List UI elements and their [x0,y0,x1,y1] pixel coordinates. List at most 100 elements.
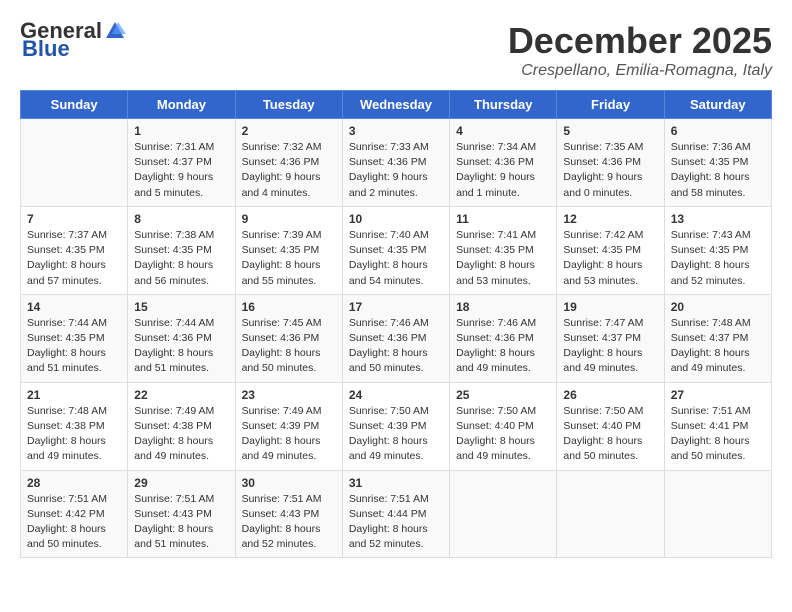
daylight-text: Daylight: 8 hours and 52 minutes. [242,523,321,550]
location-subtitle: Crespellano, Emilia-Romagna, Italy [508,62,772,80]
sunrise-text: Sunrise: 7:37 AM [27,229,107,241]
day-info: Sunrise: 7:43 AMSunset: 4:35 PMDaylight:… [671,228,765,289]
calendar-cell: 28Sunrise: 7:51 AMSunset: 4:42 PMDayligh… [21,470,128,558]
sunrise-text: Sunrise: 7:32 AM [242,141,322,153]
sunrise-text: Sunrise: 7:51 AM [671,405,751,417]
header-day-friday: Friday [557,91,664,119]
day-info: Sunrise: 7:46 AMSunset: 4:36 PMDaylight:… [456,316,550,377]
sunset-text: Sunset: 4:36 PM [242,156,320,168]
sunset-text: Sunset: 4:36 PM [349,332,427,344]
sunset-text: Sunset: 4:36 PM [456,332,534,344]
day-number: 22 [134,388,228,402]
day-info: Sunrise: 7:49 AMSunset: 4:39 PMDaylight:… [242,404,336,465]
calendar-week-5: 28Sunrise: 7:51 AMSunset: 4:42 PMDayligh… [21,470,772,558]
sunset-text: Sunset: 4:41 PM [671,420,749,432]
sunset-text: Sunset: 4:38 PM [134,420,212,432]
sunset-text: Sunset: 4:35 PM [349,244,427,256]
calendar-cell [21,119,128,207]
calendar-cell: 19Sunrise: 7:47 AMSunset: 4:37 PMDayligh… [557,294,664,382]
sunrise-text: Sunrise: 7:42 AM [563,229,643,241]
daylight-text: Daylight: 8 hours and 57 minutes. [27,259,106,286]
sunset-text: Sunset: 4:44 PM [349,508,427,520]
calendar-cell: 25 Sunrise: 7:50 AMSunset: 4:40 PMDayligh… [450,382,557,470]
sunset-text: Sunset: 4:39 PM [349,420,427,432]
day-info: Sunrise: 7:33 AMSunset: 4:36 PMDaylight:… [349,140,443,201]
day-info: Sunrise: 7:42 AMSunset: 4:35 PMDaylight:… [563,228,657,289]
sunset-text: Sunset: 4:35 PM [242,244,320,256]
sunset-text: Sunset: 4:36 PM [134,332,212,344]
calendar-cell: 9Sunrise: 7:39 AMSunset: 4:35 PMDaylight… [235,206,342,294]
daylight-text: Daylight: 8 hours and 49 minutes. [134,435,213,462]
calendar-cell: 5Sunrise: 7:35 AMSunset: 4:36 PMDaylight… [557,119,664,207]
day-number: 11 [456,212,550,226]
header-day-saturday: Saturday [664,91,771,119]
calendar-week-3: 14Sunrise: 7:44 AMSunset: 4:35 PMDayligh… [21,294,772,382]
daylight-text: Daylight: 8 hours and 49 minutes. [671,347,750,374]
daylight-text: Daylight: 8 hours and 53 minutes. [456,259,535,286]
day-info: Sunrise: 7:51 AMSunset: 4:42 PMDaylight:… [27,492,121,553]
day-number: 15 [134,300,228,314]
calendar-header-row: SundayMondayTuesdayWednesdayThursdayFrid… [21,91,772,119]
day-number: 26 [563,388,657,402]
day-number: 12 [563,212,657,226]
sunrise-text: Sunrise: 7:39 AM [242,229,322,241]
sunset-text: Sunset: 4:35 PM [27,332,105,344]
daylight-text: Daylight: 8 hours and 54 minutes. [349,259,428,286]
day-info: Sunrise: 7:44 AMSunset: 4:35 PMDaylight:… [27,316,121,377]
daylight-text: Daylight: 8 hours and 49 minutes. [563,347,642,374]
day-number: 8 [134,212,228,226]
logo-blue: Blue [22,38,70,60]
day-info: Sunrise: 7:49 AM Sunset: 4:38 PM Daylight:… [134,404,228,465]
day-info: Sunrise: 7:46 AMSunset: 4:36 PMDaylight:… [349,316,443,377]
calendar-cell [557,470,664,558]
calendar-cell: 29Sunrise: 7:51 AMSunset: 4:43 PMDayligh… [128,470,235,558]
calendar-week-4: 21Sunrise: 7:48 AMSunset: 4:38 PMDayligh… [21,382,772,470]
sunrise-text: Sunrise: 7:34 AM [456,141,536,153]
day-number: 27 [671,388,765,402]
day-number: 10 [349,212,443,226]
day-info: Sunrise: 7:37 AM Sunset: 4:35 PM Daylight:… [27,228,121,289]
sunrise-text: Sunrise: 7:31 AM [134,141,214,153]
calendar-cell: 31Sunrise: 7:51 AMSunset: 4:44 PMDayligh… [342,470,449,558]
calendar-cell: 24Sunrise: 7:50 AMSunset: 4:39 PMDayligh… [342,382,449,470]
daylight-text: Daylight: 8 hours and 51 minutes. [134,523,213,550]
day-info: Sunrise: 7:48 AMSunset: 4:37 PMDaylight:… [671,316,765,377]
day-info: Sunrise: 7:44 AMSunset: 4:36 PMDaylight:… [134,316,228,377]
day-info: Sunrise: 7:50 AMSunset: 4:39 PMDaylight:… [349,404,443,465]
day-number: 1 [134,124,228,138]
header-day-wednesday: Wednesday [342,91,449,119]
header-day-tuesday: Tuesday [235,91,342,119]
sunset-text: Sunset: 4:35 PM [27,244,105,256]
day-number: 17 [349,300,443,314]
sunrise-text: Sunrise: 7:44 AM [134,317,214,329]
daylight-text: Daylight: 8 hours and 51 minutes. [27,347,106,374]
sunrise-text: Sunrise: 7:49 AM [242,405,322,417]
day-number: 2 [242,124,336,138]
sunrise-text: Sunrise: 7:46 AM [349,317,429,329]
sunset-text: Sunset: 4:35 PM [671,244,749,256]
day-number: 25 [456,388,550,402]
calendar-week-1: 1 Sunrise: 7:31 AMSunset: 4:37 PMDaylight… [21,119,772,207]
day-number: 30 [242,476,336,490]
sunrise-text: Sunrise: 7:51 AM [134,493,214,505]
sunset-text: Sunset: 4:35 PM [134,244,212,256]
daylight-text: Daylight: 8 hours and 49 minutes. [456,435,535,462]
calendar-cell: 16Sunrise: 7:45 AMSunset: 4:36 PMDayligh… [235,294,342,382]
day-info: Sunrise: 7:50 AMSunset: 4:40 PMDaylight:… [456,404,550,465]
sunrise-text: Sunrise: 7:51 AM [349,493,429,505]
sunrise-text: Sunrise: 7:51 AM [242,493,322,505]
daylight-text: Daylight: 9 hours and 5 minutes. [134,171,213,198]
day-number: 5 [563,124,657,138]
day-number: 20 [671,300,765,314]
daylight-text: Daylight: 8 hours and 53 minutes. [563,259,642,286]
day-number: 18 [456,300,550,314]
day-info: Sunrise: 7:31 AMSunset: 4:37 PMDaylight:… [134,140,228,201]
daylight-text: Daylight: 8 hours and 52 minutes. [349,523,428,550]
sunset-text: Sunset: 4:38 PM [27,420,105,432]
calendar-cell: 2Sunrise: 7:32 AMSunset: 4:36 PMDaylight… [235,119,342,207]
sunset-text: Sunset: 4:40 PM [563,420,641,432]
sunrise-text: Sunrise: 7:47 AM [563,317,643,329]
sunset-text: Sunset: 4:39 PM [242,420,320,432]
sunrise-text: Sunrise: 7:49 AM [134,405,214,417]
logo: General Blue [20,20,126,60]
